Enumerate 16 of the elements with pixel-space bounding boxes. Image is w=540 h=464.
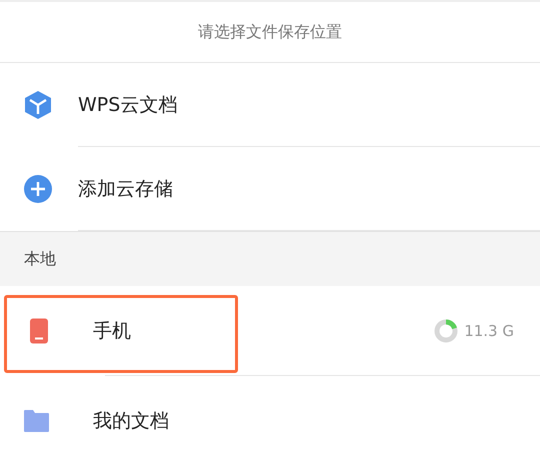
- storage-ring: [434, 319, 458, 343]
- storage-reading: 11.3 G: [464, 322, 514, 340]
- item-label: 我的文档: [93, 409, 169, 434]
- list-item[interactable]: 添加云存储: [0, 147, 540, 231]
- list-item[interactable]: 我的文档: [0, 376, 540, 464]
- cube-icon: [24, 90, 52, 120]
- section-title: 本地: [24, 248, 56, 270]
- item-label: WPS云文档: [78, 93, 178, 118]
- add-icon: [24, 175, 52, 203]
- list-item[interactable]: WPS云文档: [0, 63, 540, 147]
- folder-icon: [24, 410, 49, 432]
- header-title: 请选择文件保存位置: [198, 22, 342, 42]
- item-label: 添加云存储: [78, 177, 173, 202]
- item-label: 手机: [93, 319, 131, 344]
- list-item[interactable]: 手机 11.3 G: [0, 286, 540, 376]
- phone-icon: [30, 318, 48, 344]
